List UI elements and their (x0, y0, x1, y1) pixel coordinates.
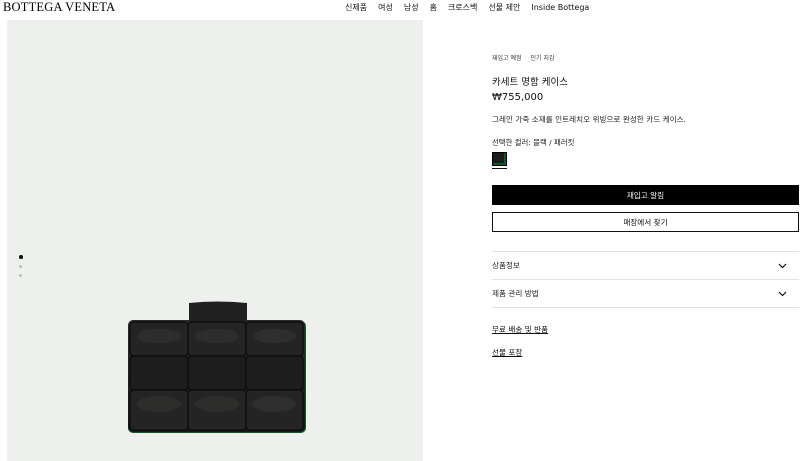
product-tags: 재입고 예정 인기 지갑 (492, 54, 799, 63)
selected-color-label: 선택한 컬러: 블랙 / 패러킷 (492, 138, 575, 147)
nav-item-inside-bottega[interactable]: Inside Bottega (531, 2, 589, 13)
accordion-label: 제품 관리 방법 (492, 289, 539, 298)
gallery-pagination (19, 255, 23, 283)
nav-item-new[interactable]: 신제품 (345, 2, 367, 13)
notify-restock-button[interactable]: 재입고 알림 (492, 185, 799, 205)
color-swatch-black-parakeet[interactable] (492, 152, 507, 166)
gallery-dot[interactable] (19, 264, 22, 268)
shipping-returns-link[interactable]: 무료 배송 및 반품 (492, 324, 548, 335)
product-details: 재입고 예정 인기 지갑 카세트 명함 케이스 ₩755,000 그레인 가죽 … (492, 54, 799, 358)
product-image (128, 301, 306, 433)
nav-item-crossbody[interactable]: 크로스백 (448, 2, 477, 13)
chevron-down-icon[interactable] (777, 261, 787, 271)
nav-item-women[interactable]: 여성 (378, 2, 393, 13)
color-swatch-selected[interactable] (492, 152, 507, 169)
find-in-store-button[interactable]: 매장에서 찾기 (492, 212, 799, 232)
gift-wrap-link[interactable]: 선물 포장 (492, 347, 522, 358)
gallery-dot[interactable] (19, 273, 22, 277)
gallery-dot-active[interactable] (19, 255, 23, 259)
nav-item-men[interactable]: 남성 (404, 2, 419, 13)
site-header: BOTTEGA VENETA 신제품 여성 남성 홈 크로스백 선물 제안 In… (0, 0, 800, 16)
accordion-product-info[interactable]: 상품정보 (492, 252, 799, 280)
chevron-down-icon[interactable] (777, 289, 787, 299)
product-accordion: 상품정보 제품 관리 방법 (492, 251, 799, 308)
product-description: 그레인 가죽 소재를 인트레치오 위빙으로 완성한 카드 케이스. (492, 115, 686, 124)
nav-item-gifts[interactable]: 선물 제안 (488, 2, 520, 13)
accordion-label: 상품정보 (492, 261, 520, 270)
tag-restock: 재입고 예정 (492, 55, 522, 62)
tag-popular: 인기 지갑 (530, 55, 555, 62)
accordion-care[interactable]: 제품 관리 방법 (492, 280, 799, 308)
product-gallery[interactable] (7, 20, 423, 461)
product-title: 카세트 명함 케이스 (492, 77, 568, 88)
product-price: ₩755,000 (492, 92, 544, 103)
brand-logo[interactable]: BOTTEGA VENETA (3, 0, 115, 15)
nav-item-home[interactable]: 홈 (430, 2, 437, 13)
main-nav: 신제품 여성 남성 홈 크로스백 선물 제안 Inside Bottega (345, 2, 589, 13)
